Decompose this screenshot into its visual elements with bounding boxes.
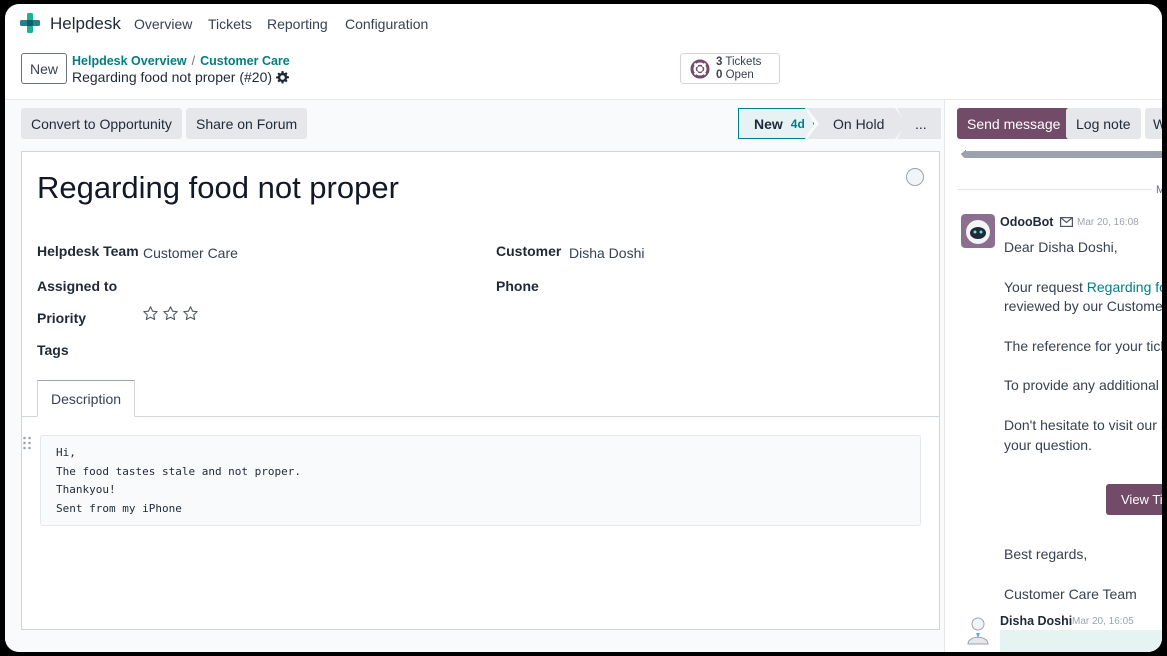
tags-field[interactable] [143,338,473,362]
description-line: Thankyou! [56,483,116,496]
tickets-smart-button[interactable]: 3 Tickets 0 Open [680,53,780,84]
record-title: Regarding food not proper (#20) [72,69,273,85]
priority-stars [142,305,199,322]
horizontal-scrollbar[interactable] [962,151,1162,158]
message-line: Your request Regarding food [1004,279,1162,295]
stage-on-hold[interactable]: On Hold [807,108,907,139]
user-avatar[interactable] [961,613,995,647]
star-icon[interactable] [142,305,159,322]
form-pane: Convert to Opportunity Share on Forum Ne… [5,100,944,652]
breadcrumb-separator: / [191,54,196,68]
tags-label: Tags [37,342,69,358]
date-separator-line [957,189,1152,190]
message-date: Mar 20, 16:08 [1077,217,1139,228]
message-line: To provide any additional in [1004,377,1162,393]
drag-handle-icon[interactable] [22,436,32,450]
log-note-button[interactable]: Log note [1066,108,1141,139]
app-name[interactable]: Helpdesk [50,14,121,34]
nav-overview[interactable]: Overview [134,16,192,32]
life-ring-icon [690,59,710,79]
odoobot-avatar[interactable] [961,214,995,248]
control-panel: New Helpdesk Overview / Customer Care Rega… [5,44,1162,100]
message-greeting: Dear Disha Doshi, [1004,239,1118,255]
envelope-icon [1060,217,1073,227]
customer-label: Customer [496,243,562,259]
message-line: your question. [1004,437,1092,453]
star-icon[interactable] [182,305,199,322]
ticket-link[interactable]: Regarding food [1087,279,1162,295]
nav-reporting[interactable]: Reporting [267,16,328,32]
top-navbar: Helpdesk Overview Tickets Reporting Conf… [5,4,1162,44]
open-count-line: 0 Open [716,69,754,81]
kanban-state-indicator[interactable] [906,168,924,186]
nav-configuration[interactable]: Configuration [345,16,428,32]
phone-field[interactable] [569,274,919,298]
message-line: The reference for your ticket [1004,338,1162,354]
customer-field[interactable]: Disha Doshi [569,245,644,261]
activity-button[interactable]: W [1145,108,1162,139]
new-button[interactable]: New [21,53,67,84]
message-body [1000,630,1162,652]
gear-icon[interactable] [276,70,290,84]
tab-description[interactable]: Description [37,380,135,417]
team-label: Helpdesk Team [37,243,139,259]
help-link[interactable]: He [1161,417,1162,433]
app-window: Helpdesk Overview Tickets Reporting Conf… [5,4,1162,652]
description-line: Hi, [56,446,76,459]
share-on-forum-button[interactable]: Share on Forum [186,108,308,139]
stage-new-label: New [754,115,783,132]
star-icon[interactable] [162,305,179,322]
message-line: reviewed by our Customer C [1004,298,1162,314]
phone-label: Phone [496,278,539,294]
tickets-count-line: 3 Tickets [716,56,762,68]
view-ticket-button[interactable]: View Tic [1106,484,1162,515]
stage-new[interactable]: New 4d [738,108,814,139]
description-line: The food tastes stale and not proper. [56,464,302,478]
message-line: Don't hesitate to visit our He [1004,417,1162,433]
send-message-button[interactable]: Send message [957,108,1071,139]
team-field[interactable]: Customer Care [143,245,238,261]
form-sheet: Regarding food not proper Helpdesk Team … [21,151,940,630]
message-signature: Customer Care Team [1004,586,1137,602]
stage-new-days: 4d [790,116,805,131]
breadcrumb: Helpdesk Overview / Customer Care [72,54,290,68]
priority-label: Priority [37,310,87,326]
ticket-title[interactable]: Regarding food not proper [37,170,399,206]
chatter-panel: Send message Log note W M OdooBot Mar 20… [944,100,1162,652]
convert-to-opportunity-button[interactable]: Convert to Opportunity [21,108,182,139]
breadcrumb-helpdesk-overview[interactable]: Helpdesk Overview [72,54,187,68]
message-date: Mar 20, 16:05 [1072,616,1134,627]
description-line: Sent from my iPhone [56,501,182,515]
message-author[interactable]: Disha Doshi [1000,614,1072,628]
record-title-row: Regarding food not proper (#20) [72,69,290,85]
assigned-label: Assigned to [37,278,118,294]
message-regards: Best regards, [1004,546,1088,562]
breadcrumb-customer-care[interactable]: Customer Care [200,54,290,68]
date-separator-label: M [1156,184,1162,196]
message-author[interactable]: OdooBot [1000,215,1053,229]
helpdesk-app-icon[interactable] [20,13,40,33]
tab-divider [22,416,939,417]
nav-tickets[interactable]: Tickets [208,16,252,32]
description-editor[interactable]: Hi, The food tastes stale and not proper… [40,435,921,526]
assigned-to-field[interactable] [143,274,473,298]
